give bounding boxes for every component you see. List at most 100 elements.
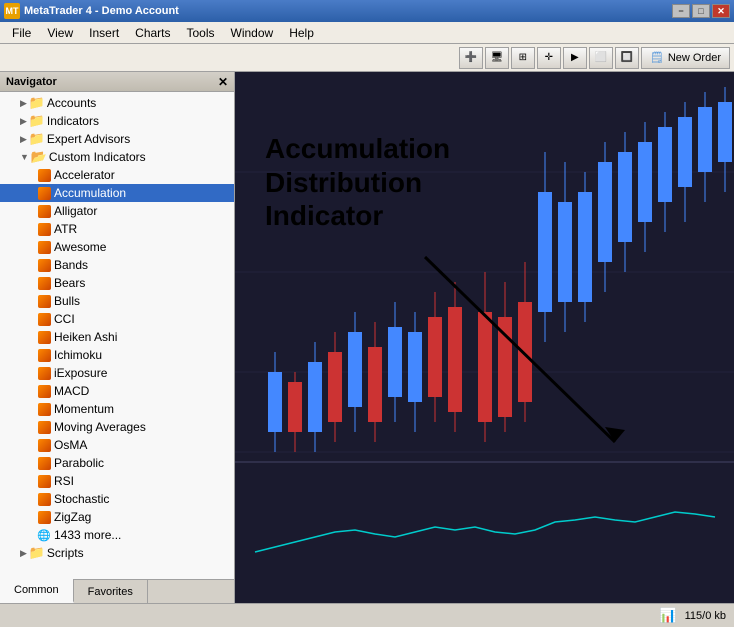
maximize-button[interactable]: □ bbox=[692, 4, 710, 18]
toolbar-btn-3[interactable]: ⊞ bbox=[511, 47, 535, 69]
nav-indicators[interactable]: ▶ 📁 Indicators bbox=[0, 112, 234, 130]
accumulation-icon bbox=[36, 185, 52, 201]
menu-tools[interactable]: Tools bbox=[179, 24, 223, 42]
chart-area: Accumulation Distribution Indicator bbox=[235, 72, 734, 603]
alligator-icon bbox=[36, 203, 52, 219]
nav-item-more[interactable]: 🌐 1433 more... bbox=[0, 526, 234, 544]
nav-item-bulls[interactable]: Bulls bbox=[0, 292, 234, 310]
tab-common[interactable]: Common bbox=[0, 579, 74, 603]
expand-scripts-icon[interactable]: ▶ bbox=[20, 548, 27, 559]
bands-icon bbox=[36, 257, 52, 273]
navigator-close-button[interactable]: ✕ bbox=[218, 75, 228, 89]
heiken-icon bbox=[36, 329, 52, 345]
toolbar: ➕ 🖥 ⊞ ✛ ▶ ⬜ 🔲 🗒 New Order bbox=[0, 44, 734, 72]
nav-item-bears[interactable]: Bears bbox=[0, 274, 234, 292]
nav-expert-advisors[interactable]: ▶ 📁 Expert Advisors bbox=[0, 130, 234, 148]
awesome-label: Awesome bbox=[54, 240, 106, 254]
nav-item-atr[interactable]: ATR bbox=[0, 220, 234, 238]
bulls-label: Bulls bbox=[54, 294, 80, 308]
nav-accounts[interactable]: ▶ 📁 Accounts bbox=[0, 94, 234, 112]
more-label: 1433 more... bbox=[54, 528, 121, 542]
scripts-label: Scripts bbox=[47, 546, 84, 560]
expand-indicators-icon[interactable]: ▶ bbox=[20, 116, 27, 127]
menu-insert[interactable]: Insert bbox=[81, 24, 127, 42]
window-controls: − □ ✕ bbox=[672, 4, 730, 18]
momentum-icon bbox=[36, 401, 52, 417]
macd-icon bbox=[36, 383, 52, 399]
toolbar-btn-6[interactable]: ⬜ bbox=[589, 47, 613, 69]
heiken-label: Heiken Ashi bbox=[54, 330, 117, 344]
nav-item-zigzag[interactable]: ZigZag bbox=[0, 508, 234, 526]
zigzag-label: ZigZag bbox=[54, 510, 91, 524]
menu-view[interactable]: View bbox=[39, 24, 81, 42]
expand-accounts-icon[interactable]: ▶ bbox=[20, 98, 27, 109]
rsi-label: RSI bbox=[54, 474, 74, 488]
new-order-button[interactable]: 🗒 New Order bbox=[641, 47, 730, 69]
menu-bar: File View Insert Charts Tools Window Hel… bbox=[0, 22, 734, 44]
nav-item-momentum[interactable]: Momentum bbox=[0, 400, 234, 418]
accounts-label: Accounts bbox=[47, 96, 96, 110]
nav-item-accelerator[interactable]: Accelerator bbox=[0, 166, 234, 184]
nav-item-heiken[interactable]: Heiken Ashi bbox=[0, 328, 234, 346]
stochastic-label: Stochastic bbox=[54, 492, 109, 506]
more-icon: 🌐 bbox=[36, 527, 52, 543]
nav-custom-indicators[interactable]: ▼ 📂 Custom Indicators bbox=[0, 148, 234, 166]
nav-item-alligator[interactable]: Alligator bbox=[0, 202, 234, 220]
toolbar-btn-5[interactable]: ▶ bbox=[563, 47, 587, 69]
navigator-header: Navigator ✕ bbox=[0, 72, 234, 92]
nav-item-iexposure[interactable]: iExposure bbox=[0, 364, 234, 382]
nav-item-bands[interactable]: Bands bbox=[0, 256, 234, 274]
status-indicator-icon: 📊 bbox=[659, 607, 676, 624]
nav-scripts[interactable]: ▶ 📁 Scripts bbox=[0, 544, 234, 562]
stochastic-icon bbox=[36, 491, 52, 507]
nav-item-parabolic[interactable]: Parabolic bbox=[0, 454, 234, 472]
expand-custom-icon[interactable]: ▼ bbox=[20, 152, 29, 162]
toolbar-btn-2[interactable]: 🖥 bbox=[485, 47, 509, 69]
nav-item-stochastic[interactable]: Stochastic bbox=[0, 490, 234, 508]
zigzag-icon bbox=[36, 509, 52, 525]
nav-item-moving-averages[interactable]: Moving Averages bbox=[0, 418, 234, 436]
menu-file[interactable]: File bbox=[4, 24, 39, 42]
nav-item-awesome[interactable]: Awesome bbox=[0, 238, 234, 256]
custom-indicators-label: Custom Indicators bbox=[49, 150, 146, 164]
toolbar-btn-4[interactable]: ✛ bbox=[537, 47, 561, 69]
ichimoku-icon bbox=[36, 347, 52, 363]
nav-item-macd[interactable]: MACD bbox=[0, 382, 234, 400]
osma-icon bbox=[36, 437, 52, 453]
annotation-line2: Distribution bbox=[265, 166, 450, 200]
alligator-label: Alligator bbox=[54, 204, 97, 218]
annotation-overlay: Accumulation Distribution Indicator bbox=[265, 132, 450, 233]
app-title: MetaTrader 4 - Demo Account bbox=[24, 5, 672, 17]
iexposure-icon bbox=[36, 365, 52, 381]
atr-label: ATR bbox=[54, 222, 77, 236]
parabolic-icon bbox=[36, 455, 52, 471]
osma-label: OsMA bbox=[54, 438, 87, 452]
ichimoku-label: Ichimoku bbox=[54, 348, 102, 362]
expand-ea-icon[interactable]: ▶ bbox=[20, 134, 27, 145]
toolbar-btn-1[interactable]: ➕ bbox=[459, 47, 483, 69]
nav-item-osma[interactable]: OsMA bbox=[0, 436, 234, 454]
navigator-body[interactable]: ▶ 📁 Accounts ▶ 📁 Indicators ▶ 📁 Expert A… bbox=[0, 92, 234, 579]
nav-item-ichimoku[interactable]: Ichimoku bbox=[0, 346, 234, 364]
scripts-folder-icon: 📁 bbox=[29, 545, 45, 561]
indicators-folder-icon: 📁 bbox=[29, 113, 45, 129]
ea-label: Expert Advisors bbox=[47, 132, 130, 146]
toolbar-btn-7[interactable]: 🔲 bbox=[615, 47, 639, 69]
menu-window[interactable]: Window bbox=[223, 24, 282, 42]
cci-label: CCI bbox=[54, 312, 75, 326]
nav-item-rsi[interactable]: RSI bbox=[0, 472, 234, 490]
accounts-folder-icon: 📁 bbox=[29, 95, 45, 111]
ma-icon bbox=[36, 419, 52, 435]
nav-item-cci[interactable]: CCI bbox=[0, 310, 234, 328]
ea-folder-icon: 📁 bbox=[29, 131, 45, 147]
momentum-label: Momentum bbox=[54, 402, 114, 416]
macd-label: MACD bbox=[54, 384, 89, 398]
close-button[interactable]: ✕ bbox=[712, 4, 730, 18]
nav-item-accumulation[interactable]: Accumulation bbox=[0, 184, 234, 202]
minimize-button[interactable]: − bbox=[672, 4, 690, 18]
rsi-icon bbox=[36, 473, 52, 489]
tab-favorites[interactable]: Favorites bbox=[74, 580, 148, 603]
menu-help[interactable]: Help bbox=[281, 24, 322, 42]
bears-icon bbox=[36, 275, 52, 291]
menu-charts[interactable]: Charts bbox=[127, 24, 178, 42]
